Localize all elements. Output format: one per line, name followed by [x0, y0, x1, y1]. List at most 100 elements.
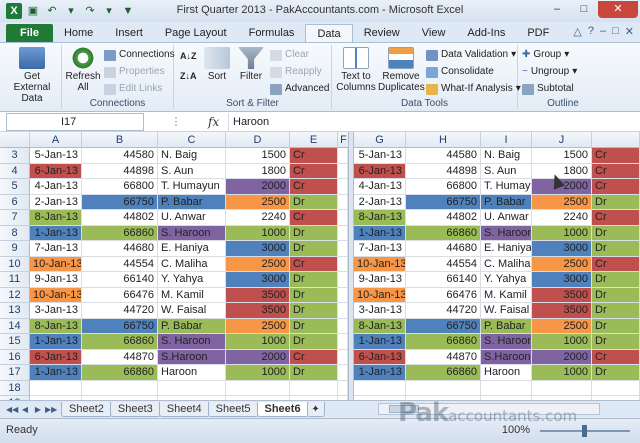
table-cell[interactable]: 7-Jan-13	[354, 241, 406, 257]
table-cell[interactable]: 44898	[406, 163, 481, 179]
connections-button[interactable]: Connections	[104, 48, 175, 62]
consolidate-button[interactable]: Consolidate	[426, 65, 494, 79]
group-button[interactable]: ✚ Group ▾	[522, 48, 569, 62]
table-cell[interactable]: 2240	[226, 210, 290, 226]
row-header[interactable]: 10	[0, 256, 30, 272]
clear-button[interactable]: Clear	[270, 48, 309, 62]
formula-input[interactable]: Haroon	[228, 112, 640, 131]
table-cell[interactable]: Dr	[290, 241, 338, 257]
table-cell[interactable]: Dr	[592, 318, 640, 334]
table-cell[interactable]: 44870	[82, 349, 158, 365]
table-cell[interactable]: Dr	[290, 225, 338, 241]
table-cell[interactable]: Dr	[290, 303, 338, 319]
table-cell[interactable]: 44802	[406, 210, 481, 226]
table-cell[interactable]: 1-Jan-13	[354, 225, 406, 241]
table-cell[interactable]: 8-Jan-13	[354, 210, 406, 226]
table-cell[interactable]	[338, 334, 348, 350]
table-cell[interactable]: 1-Jan-13	[354, 365, 406, 381]
table-cell[interactable]: Dr	[592, 194, 640, 210]
next-sheet-icon[interactable]: ▶	[32, 404, 44, 416]
table-cell[interactable]: 66750	[82, 318, 158, 334]
table-cell[interactable]: 66860	[406, 334, 481, 350]
table-cell[interactable]: 2-Jan-13	[30, 194, 82, 210]
what-if-analysis-button[interactable]: What-If Analysis ▾	[426, 82, 521, 96]
column-header[interactable]: J	[532, 132, 592, 148]
table-cell[interactable]: Cr	[290, 210, 338, 226]
table-cell[interactable]: 3500	[532, 303, 592, 319]
tab-home[interactable]: Home	[53, 24, 104, 42]
row-header[interactable]: 11	[0, 272, 30, 288]
zoom-slider-thumb[interactable]	[582, 425, 587, 437]
table-cell[interactable]: 3-Jan-13	[354, 303, 406, 319]
table-cell[interactable]: 3500	[226, 303, 290, 319]
table-cell[interactable]: P. Babar	[158, 194, 226, 210]
table-cell[interactable]: 66476	[406, 287, 481, 303]
table-cell[interactable]: Dr	[592, 287, 640, 303]
table-cell[interactable]: Dr	[290, 318, 338, 334]
table-cell[interactable]	[481, 380, 532, 396]
table-cell[interactable]: 3000	[226, 241, 290, 257]
reapply-button[interactable]: Reapply	[270, 65, 322, 79]
table-cell[interactable]: S. Haroon	[158, 225, 226, 241]
sort-za-button[interactable]: Z↓A	[180, 69, 197, 83]
table-cell[interactable]: Y. Yahya	[481, 272, 532, 288]
table-cell[interactable]: Dr	[290, 334, 338, 350]
row-header[interactable]: 9	[0, 241, 30, 257]
table-cell[interactable]: 8-Jan-13	[30, 318, 82, 334]
table-cell[interactable]: 1500	[226, 148, 290, 164]
table-cell[interactable]: 5-Jan-13	[354, 148, 406, 164]
table-cell[interactable]	[338, 179, 348, 195]
column-header[interactable]: A	[30, 132, 82, 148]
table-cell[interactable]: 9-Jan-13	[30, 272, 82, 288]
table-cell[interactable]: 44680	[406, 241, 481, 257]
table-cell[interactable]: 1000	[226, 334, 290, 350]
table-cell[interactable]: 1-Jan-13	[30, 365, 82, 381]
table-cell[interactable]: Cr	[290, 179, 338, 195]
column-header[interactable]: H	[406, 132, 481, 148]
table-cell[interactable]	[338, 163, 348, 179]
row-header[interactable]: 3	[0, 148, 30, 164]
table-cell[interactable]: 66860	[82, 225, 158, 241]
name-box[interactable]: I17	[6, 112, 144, 131]
table-cell[interactable]: 44898	[82, 163, 158, 179]
insert-function-icon[interactable]: fx	[208, 115, 228, 129]
table-cell[interactable]: 10-Jan-13	[354, 287, 406, 303]
table-cell[interactable]: S. Aun	[481, 163, 532, 179]
table-cell[interactable]: P. Babar	[158, 318, 226, 334]
table-cell[interactable]: 44802	[82, 210, 158, 226]
table-cell[interactable]: E. Haniya	[158, 241, 226, 257]
table-cell[interactable]: P. Babar	[481, 318, 532, 334]
table-cell[interactable]: 3000	[226, 272, 290, 288]
table-cell[interactable]: Haroon	[481, 365, 532, 381]
table-cell[interactable]: 2500	[226, 318, 290, 334]
column-header[interactable]: I	[481, 132, 532, 148]
table-cell[interactable]: W. Faisal	[158, 303, 226, 319]
table-cell[interactable]: 2000	[226, 179, 290, 195]
window-restore-icon[interactable]: □	[612, 25, 619, 38]
table-cell[interactable]: 66140	[406, 272, 481, 288]
table-cell[interactable]	[532, 380, 592, 396]
edit-links-button[interactable]: Edit Links	[104, 82, 162, 96]
table-cell[interactable]: 1-Jan-13	[30, 334, 82, 350]
ungroup-button[interactable]: − Ungroup ▾	[522, 65, 577, 79]
data-validation-button[interactable]: Data Validation ▾	[426, 48, 516, 62]
table-cell[interactable]	[338, 380, 348, 396]
table-cell[interactable]: 66860	[82, 334, 158, 350]
table-cell[interactable]: 3000	[532, 272, 592, 288]
table-cell[interactable]: 66860	[406, 225, 481, 241]
get-external-data-button[interactable]: Get External Data	[6, 47, 58, 104]
table-cell[interactable]: 44720	[406, 303, 481, 319]
table-cell[interactable]: Dr	[592, 334, 640, 350]
table-cell[interactable]: 1000	[532, 334, 592, 350]
table-cell[interactable]: 2-Jan-13	[354, 194, 406, 210]
table-cell[interactable]: 44580	[406, 148, 481, 164]
corner-select-all[interactable]	[0, 132, 30, 148]
subtotal-button[interactable]: Subtotal	[522, 82, 574, 96]
table-cell[interactable]: 66800	[406, 179, 481, 195]
table-cell[interactable]: S. Haroon	[158, 334, 226, 350]
table-cell[interactable]: 8-Jan-13	[354, 318, 406, 334]
table-cell[interactable]: 10-Jan-13	[30, 256, 82, 272]
table-cell[interactable]: S.Haroon	[158, 349, 226, 365]
table-cell[interactable]: 3000	[532, 241, 592, 257]
table-cell[interactable]: 4-Jan-13	[30, 179, 82, 195]
